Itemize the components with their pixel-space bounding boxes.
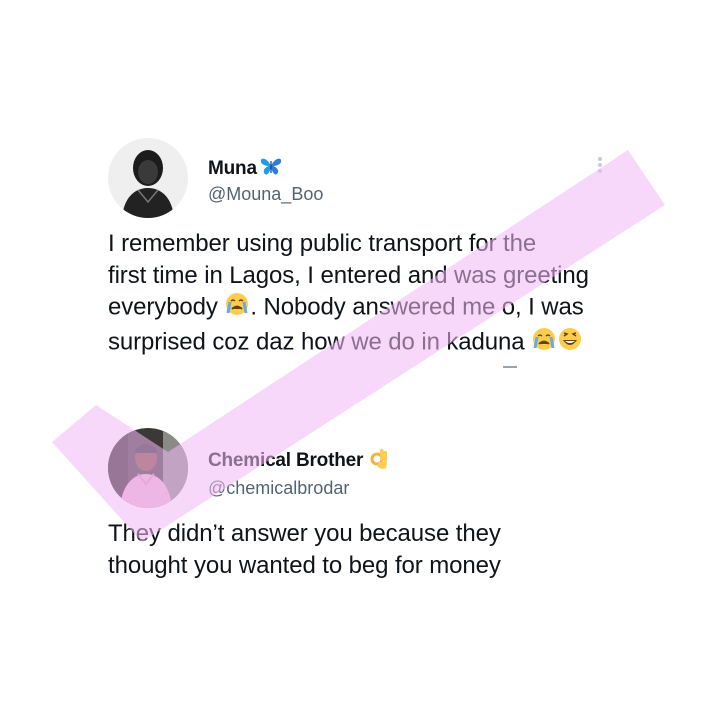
tweet-text-line: They didn’t answer you because they	[108, 520, 501, 547]
tweet-text-line-with-emoji: everybody . Nobody answered me o, I was	[108, 291, 668, 326]
crying-face-icon	[224, 291, 250, 326]
butterfly-icon	[259, 156, 283, 181]
tweet-text-line: first time in Lagos, I entered and was g…	[108, 261, 589, 289]
handle[interactable]: @chemicalbrodar	[208, 476, 391, 500]
tweet-text: I remember using public transport for th…	[108, 228, 668, 360]
avatar-chemical-brother-image	[108, 428, 188, 508]
tweet-text-segment: surprised coz daz how we do in kaduna	[108, 328, 525, 356]
tweet-header-chemical-brother: Chemical Brother @chemicalbrodar	[208, 446, 391, 500]
more-vertical-icon[interactable]	[590, 150, 610, 180]
divider-fragment	[503, 366, 517, 368]
tweet-text-line-with-emoji: surprised coz daz how we do in kaduna	[108, 326, 668, 361]
display-name[interactable]: Muna	[208, 158, 257, 180]
avatar-muna-image	[108, 138, 188, 218]
tweet-header-muna: Muna @Mouna_Boo	[208, 156, 323, 206]
handle[interactable]: @Mouna_Boo	[208, 182, 323, 206]
crying-face-icon	[531, 326, 557, 361]
avatar-muna[interactable]	[108, 138, 188, 218]
tweet-text-line: I remember using public transport for th…	[108, 230, 537, 257]
checkmark-watermark-icon	[52, 150, 665, 542]
display-name[interactable]: Chemical Brother	[208, 450, 363, 472]
avatar-chemical-brother[interactable]	[108, 428, 188, 508]
tweet-text-line: thought you wanted to beg for money	[108, 551, 501, 579]
tweet-text: They didn’t answer you because they thou…	[108, 518, 668, 581]
tweet-text-segment: everybody	[108, 293, 218, 321]
ok-hand-icon	[369, 446, 391, 475]
tweet-text-segment: . Nobody answered me o, I was	[250, 293, 584, 321]
laughing-face-icon	[557, 326, 583, 361]
